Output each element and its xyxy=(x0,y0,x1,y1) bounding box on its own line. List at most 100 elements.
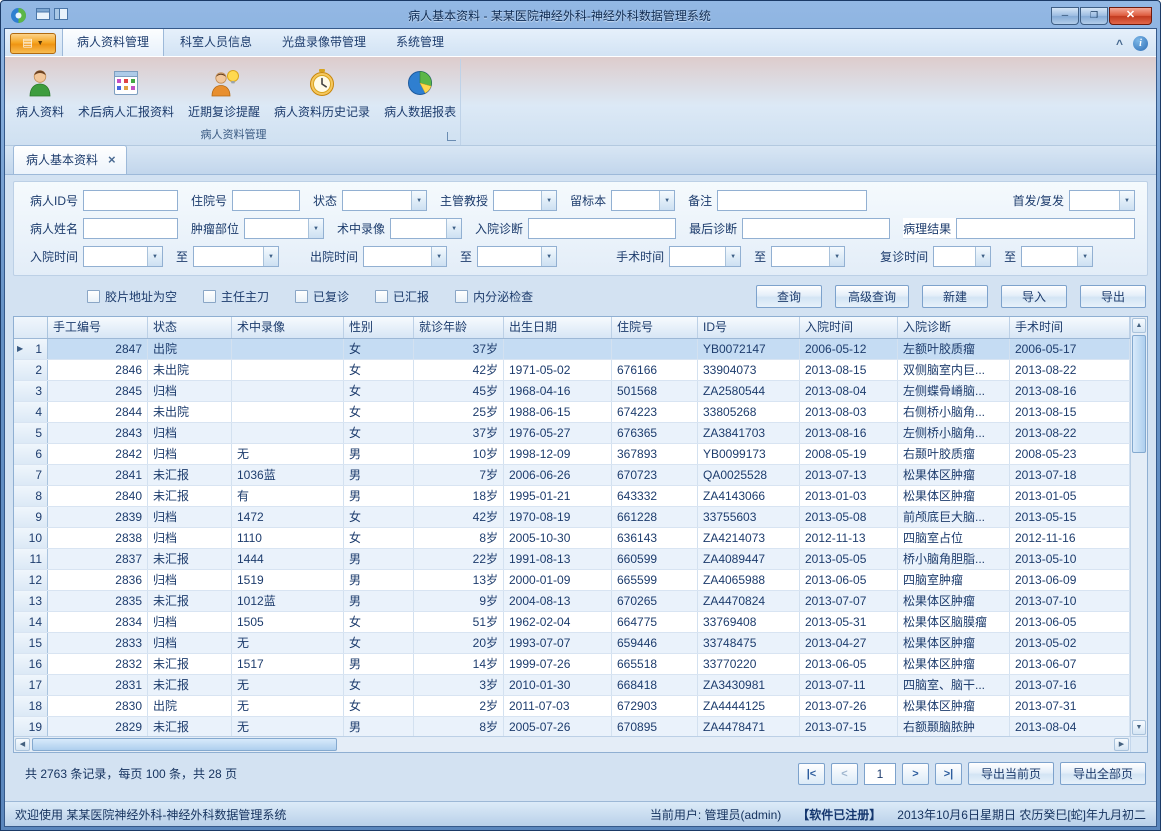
grid-cell[interactable]: 676166 xyxy=(612,360,698,380)
grid-cell[interactable]: 女 xyxy=(344,423,414,443)
grid-cell[interactable]: 22岁 xyxy=(414,549,504,569)
grid-cell[interactable]: ZA2580544 xyxy=(698,381,800,401)
filter-combo-followup-date-from[interactable]: ▼ xyxy=(933,246,991,267)
grid-cell[interactable]: 松果体区肿瘤 xyxy=(898,696,1010,716)
grid-cell[interactable]: 左侧蝶骨嵴脑... xyxy=(898,381,1010,401)
dropdown-arrow-icon[interactable]: ▼ xyxy=(446,219,461,238)
grid-cell[interactable]: 右额颞脑脓肿 xyxy=(898,717,1010,736)
grid-row[interactable]: 172831未汇报无女3岁2010-01-30668418ZA343098120… xyxy=(14,675,1130,696)
checkbox-icon[interactable] xyxy=(455,290,468,303)
dropdown-arrow-icon[interactable]: ▼ xyxy=(1119,191,1134,210)
grid-row[interactable]: 152833归档无女20岁1993-07-0765944633748475201… xyxy=(14,633,1130,654)
row-indicator[interactable]: 2 xyxy=(14,360,48,380)
grid-cell[interactable]: 1991-08-13 xyxy=(504,549,612,569)
column-header-10[interactable]: 入院诊断 xyxy=(898,317,1010,338)
grid-cell[interactable]: 2013-08-16 xyxy=(800,423,898,443)
filter-combo-followup-date-to[interactable]: ▼ xyxy=(1021,246,1093,267)
checkbox-icon[interactable] xyxy=(203,290,216,303)
grid-cell[interactable]: 2013-05-02 xyxy=(1010,633,1130,653)
grid-cell[interactable]: 未汇报 xyxy=(148,717,232,736)
grid-cell[interactable]: 1970-08-19 xyxy=(504,507,612,527)
grid-cell[interactable]: 1472 xyxy=(232,507,344,527)
grid-row[interactable]: 142834归档1505女51岁1962-02-0466477533769408… xyxy=(14,612,1130,633)
page-number-input[interactable] xyxy=(864,763,896,785)
grid-cell[interactable]: 2838 xyxy=(48,528,148,548)
grid-cell[interactable]: 松果体区肿瘤 xyxy=(898,591,1010,611)
qat-layout-icon[interactable] xyxy=(54,7,68,25)
row-indicator[interactable]: 12 xyxy=(14,570,48,590)
grid-row[interactable]: 82840未汇报有男18岁1995-01-21643332ZA414306620… xyxy=(14,486,1130,507)
grid-cell[interactable]: 1505 xyxy=(232,612,344,632)
grid-cell[interactable]: 松果体区肿瘤 xyxy=(898,654,1010,674)
ribbon-tab-department-staff[interactable]: 科室人员信息 xyxy=(166,28,266,56)
filter-combo-intraop-video[interactable]: ▼ xyxy=(390,218,462,239)
filter-combo-discharge-date-from[interactable]: ▼ xyxy=(363,246,447,267)
grid-cell[interactable]: 33805268 xyxy=(698,402,800,422)
filter-input-patient-id[interactable] xyxy=(83,190,178,211)
column-header-0[interactable] xyxy=(14,317,48,338)
grid-cell[interactable]: 2013-06-09 xyxy=(1010,570,1130,590)
grid-cell[interactable]: 2013-07-11 xyxy=(800,675,898,695)
grid-cell[interactable]: 2008-05-23 xyxy=(1010,444,1130,464)
grid-cell[interactable]: 2004-08-13 xyxy=(504,591,612,611)
grid-cell[interactable]: 男 xyxy=(344,570,414,590)
scroll-up-icon[interactable]: ▲ xyxy=(1132,318,1146,333)
grid-cell[interactable]: 出院 xyxy=(148,696,232,716)
grid-cell[interactable]: 2829 xyxy=(48,717,148,736)
grid-row[interactable]: 92839归档1472女42岁1970-08-19661228337556032… xyxy=(14,507,1130,528)
grid-cell[interactable]: ZA4089447 xyxy=(698,549,800,569)
ribbon-button-patient-info[interactable]: 病人资料 xyxy=(9,62,71,123)
grid-row[interactable]: 162832未汇报1517男14岁1999-07-266655183377022… xyxy=(14,654,1130,675)
grid-cell[interactable]: YB0072147 xyxy=(698,339,800,359)
row-indicator[interactable]: 11 xyxy=(14,549,48,569)
grid-cell[interactable]: 右颞叶胶质瘤 xyxy=(898,444,1010,464)
grid-row[interactable]: 72841未汇报1036蓝男7岁2006-06-26670723QA002552… xyxy=(14,465,1130,486)
grid-cell[interactable]: 2013-08-04 xyxy=(800,381,898,401)
grid-cell[interactable]: 2834 xyxy=(48,612,148,632)
filter-input-admission-no[interactable] xyxy=(232,190,300,211)
scroll-right-icon[interactable]: ▶ xyxy=(1114,738,1129,751)
app-logo-icon[interactable] xyxy=(10,7,27,24)
grid-cell[interactable]: 出院 xyxy=(148,339,232,359)
grid-cell[interactable]: 男 xyxy=(344,591,414,611)
grid-cell[interactable]: 2013-05-10 xyxy=(1010,549,1130,569)
checkbox-icon[interactable] xyxy=(87,290,100,303)
grid-cell[interactable]: 1999-07-26 xyxy=(504,654,612,674)
horizontal-scrollbar[interactable]: ◀ ▶ xyxy=(14,737,1130,752)
grid-cell[interactable]: 归档 xyxy=(148,507,232,527)
grid-cell[interactable]: 672903 xyxy=(612,696,698,716)
grid-cell[interactable]: 1998-12-09 xyxy=(504,444,612,464)
dropdown-arrow-icon[interactable]: ▼ xyxy=(829,247,844,266)
grid-cell[interactable]: 14岁 xyxy=(414,654,504,674)
column-header-6[interactable]: 出生日期 xyxy=(504,317,612,338)
dropdown-arrow-icon[interactable]: ▼ xyxy=(1077,247,1092,266)
row-indicator[interactable]: 8 xyxy=(14,486,48,506)
grid-cell[interactable]: 2013-07-16 xyxy=(1010,675,1130,695)
first-page-button[interactable]: |< xyxy=(798,763,825,785)
grid-cell[interactable]: 37岁 xyxy=(414,423,504,443)
grid-cell[interactable]: 3岁 xyxy=(414,675,504,695)
new-button[interactable]: 新建 xyxy=(922,285,988,308)
grid-cell[interactable] xyxy=(612,339,698,359)
row-indicator[interactable]: 19 xyxy=(14,717,48,736)
grid-cell[interactable]: ZA4214073 xyxy=(698,528,800,548)
row-indicator[interactable]: 3 xyxy=(14,381,48,401)
grid-cell[interactable]: 33904073 xyxy=(698,360,800,380)
grid-cell[interactable]: 2013-06-05 xyxy=(800,654,898,674)
grid-cell[interactable]: 1962-02-04 xyxy=(504,612,612,632)
grid-cell[interactable]: 右侧桥小脑角... xyxy=(898,402,1010,422)
filter-checkbox-2[interactable]: 已复诊 xyxy=(295,288,349,305)
grid-cell[interactable]: 2005-10-30 xyxy=(504,528,612,548)
filter-input-final-diagnosis[interactable] xyxy=(742,218,890,239)
grid-cell[interactable]: 2842 xyxy=(48,444,148,464)
grid-cell[interactable]: 2013-05-15 xyxy=(1010,507,1130,527)
grid-cell[interactable]: 10岁 xyxy=(414,444,504,464)
grid-cell[interactable]: 661228 xyxy=(612,507,698,527)
horizontal-scroll-thumb[interactable] xyxy=(32,738,337,751)
grid-cell[interactable]: 2013-07-13 xyxy=(800,465,898,485)
dropdown-arrow-icon[interactable]: ▼ xyxy=(541,247,556,266)
row-indicator[interactable]: 6 xyxy=(14,444,48,464)
grid-cell[interactable]: 33770220 xyxy=(698,654,800,674)
grid-cell[interactable]: 男 xyxy=(344,444,414,464)
filter-checkbox-1[interactable]: 主任主刀 xyxy=(203,288,269,305)
